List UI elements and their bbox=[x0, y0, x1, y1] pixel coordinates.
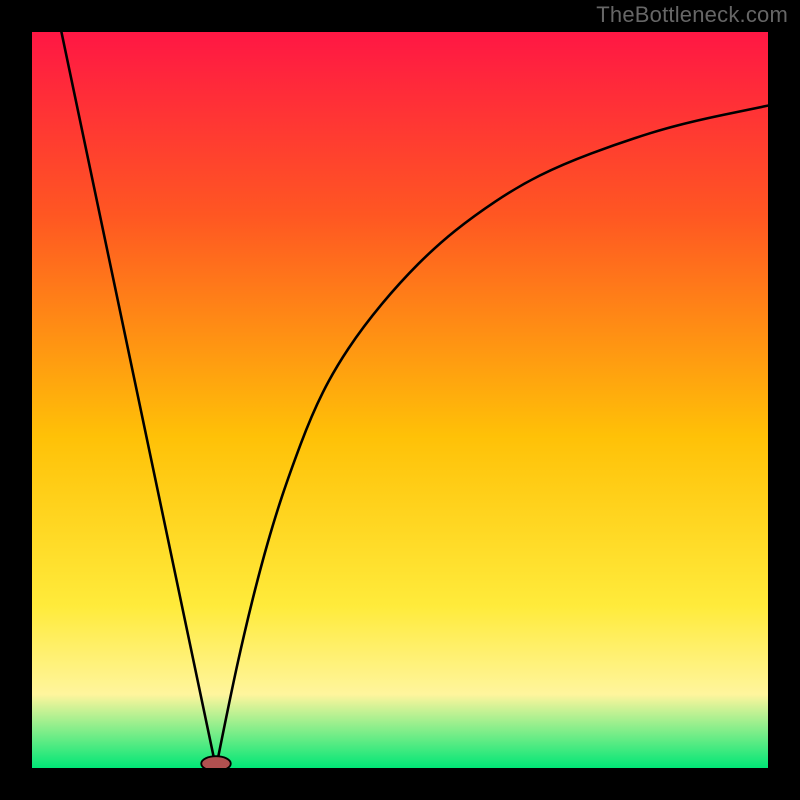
chart-svg bbox=[32, 32, 768, 768]
gradient-background bbox=[32, 32, 768, 768]
plot-area bbox=[32, 32, 768, 768]
chart-frame: TheBottleneck.com bbox=[0, 0, 800, 800]
watermark-text: TheBottleneck.com bbox=[596, 2, 788, 28]
notch-marker bbox=[201, 756, 230, 768]
